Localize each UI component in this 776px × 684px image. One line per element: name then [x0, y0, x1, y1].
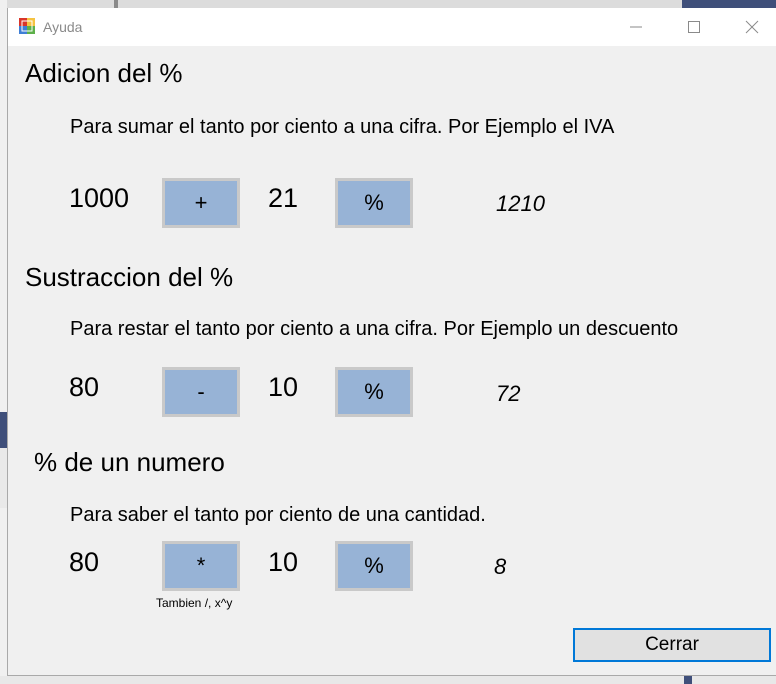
multiply-button[interactable]: * — [162, 541, 240, 591]
close-icon — [745, 20, 759, 34]
example-number: 1000 — [69, 183, 130, 213]
window-title: Ayuda — [43, 19, 83, 35]
app-icon — [19, 18, 35, 34]
background-panel — [684, 676, 692, 684]
percent-button[interactable]: % — [335, 541, 413, 591]
example-result: 1210 — [496, 191, 545, 216]
background-divider — [114, 0, 118, 8]
section-heading: % de un numero — [34, 447, 225, 477]
minimize-icon — [630, 26, 642, 28]
minimize-button[interactable] — [607, 8, 665, 46]
example-number: 80 — [69, 372, 100, 402]
example-percent: 10 — [268, 372, 299, 402]
section-heading: Sustraccion del % — [25, 262, 234, 292]
example-percent: 21 — [268, 183, 299, 213]
close-button[interactable]: Cerrar — [573, 628, 771, 662]
background-panel — [0, 448, 7, 508]
example-result: 8 — [494, 554, 507, 579]
add-button[interactable]: + — [162, 178, 240, 228]
example-result: 72 — [496, 381, 521, 406]
example-percent: 10 — [268, 547, 299, 577]
operator-hint: Tambien /, x^y — [156, 596, 233, 610]
percent-button[interactable]: % — [335, 367, 413, 417]
background-panel — [0, 412, 7, 448]
section-heading: Adicion del % — [25, 58, 183, 88]
example-number: 80 — [69, 547, 100, 577]
help-dialog: Ayuda Adicion del % Para sumar el tanto … — [7, 8, 776, 676]
maximize-icon — [688, 21, 700, 33]
section-description: Para restar el tanto por ciento a una ci… — [70, 318, 679, 340]
close-window-button[interactable] — [723, 8, 776, 46]
section-description: Para saber el tanto por ciento de una ca… — [70, 504, 486, 526]
background-window-edge — [0, 676, 776, 684]
background-panel — [682, 0, 776, 8]
percent-button[interactable]: % — [335, 178, 413, 228]
title-bar[interactable]: Ayuda — [8, 8, 776, 46]
maximize-button[interactable] — [665, 8, 723, 46]
background-window-edge — [0, 0, 7, 684]
section-description: Para sumar el tanto por ciento a una cif… — [70, 116, 615, 138]
subtract-button[interactable]: - — [162, 367, 240, 417]
